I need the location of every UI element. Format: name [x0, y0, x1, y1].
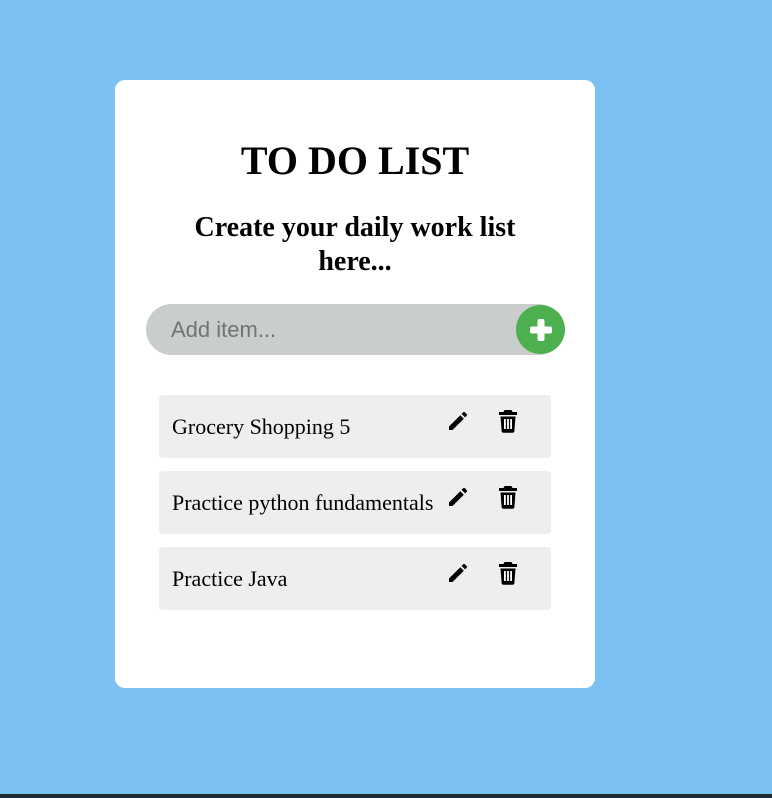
- page-subtitle: Create your daily work list here...: [194, 212, 516, 277]
- list-item: Practice python fundamentals: [159, 471, 551, 534]
- add-item-button[interactable]: [516, 305, 565, 354]
- edit-button[interactable]: [444, 407, 472, 435]
- list-item: Grocery Shopping 5: [159, 395, 551, 458]
- pencil-icon: [449, 487, 468, 506]
- bottom-edge-bar: [0, 794, 772, 798]
- item-text: Practice Java: [172, 566, 288, 591]
- add-item-row: [146, 304, 565, 355]
- edit-button[interactable]: [444, 483, 472, 511]
- delete-button[interactable]: [494, 483, 522, 511]
- pencil-icon: [449, 563, 468, 582]
- trash-icon: [499, 562, 517, 585]
- plus-icon: [529, 318, 552, 341]
- page-title: TO DO LIST: [240, 138, 470, 183]
- add-item-input[interactable]: [146, 304, 564, 355]
- edit-button[interactable]: [444, 559, 472, 587]
- todo-card: TO DO LIST Create your daily work list h…: [115, 80, 595, 688]
- delete-button[interactable]: [494, 407, 522, 435]
- item-text: Practice python fundamentals: [172, 490, 434, 515]
- trash-icon: [499, 486, 517, 509]
- trash-icon: [499, 410, 517, 433]
- item-text: Grocery Shopping 5: [172, 414, 351, 439]
- list-item: Practice Java: [159, 547, 551, 610]
- pencil-icon: [449, 411, 468, 430]
- delete-button[interactable]: [494, 559, 522, 587]
- todo-list: Grocery Shopping 5 Practice python funda…: [159, 395, 551, 623]
